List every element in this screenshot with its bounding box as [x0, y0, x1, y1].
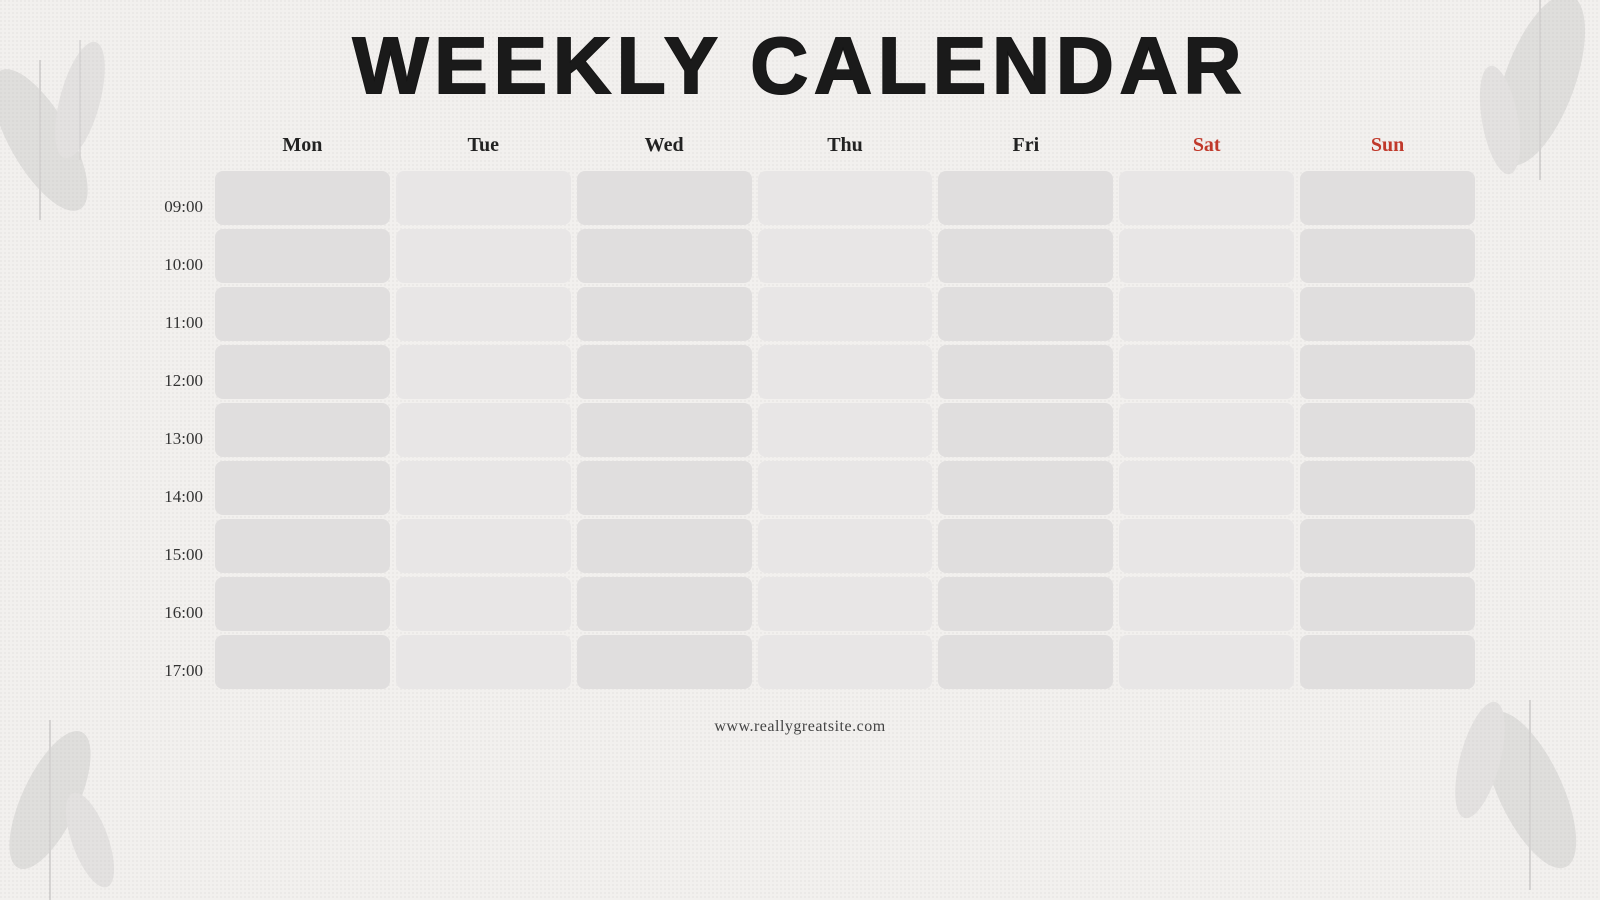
calendar-slot[interactable] — [1119, 519, 1294, 573]
time-row — [215, 287, 1475, 341]
calendar-slot[interactable] — [396, 171, 571, 225]
calendar-slot[interactable] — [1300, 519, 1475, 573]
time-slots — [215, 171, 1475, 689]
calendar-slot[interactable] — [215, 519, 390, 573]
time-row — [215, 635, 1475, 689]
calendar-slot[interactable] — [577, 287, 752, 341]
calendar-slot[interactable] — [577, 577, 752, 631]
calendar-slot[interactable] — [215, 461, 390, 515]
time-label: 10:00 — [125, 238, 215, 292]
calendar-slot[interactable] — [1300, 345, 1475, 399]
calendar-slot[interactable] — [215, 287, 390, 341]
page-wrapper: WEEKLY CALENDAR 09:0010:0011:0012:0013:0… — [0, 0, 1600, 900]
calendar-slot[interactable] — [577, 461, 752, 515]
time-row — [215, 403, 1475, 457]
calendar-slot[interactable] — [1119, 345, 1294, 399]
calendar-slot[interactable] — [938, 403, 1113, 457]
calendar-slot[interactable] — [758, 345, 933, 399]
calendar-slot[interactable] — [1300, 635, 1475, 689]
calendar-slot[interactable] — [396, 287, 571, 341]
calendar-slot[interactable] — [215, 171, 390, 225]
day-header-tue: Tue — [396, 130, 571, 165]
calendar-slot[interactable] — [938, 287, 1113, 341]
day-header-fri: Fri — [938, 130, 1113, 165]
time-row — [215, 577, 1475, 631]
calendar-slot[interactable] — [1119, 461, 1294, 515]
calendar-slot[interactable] — [577, 635, 752, 689]
calendar-slot[interactable] — [396, 403, 571, 457]
days-grid: MonTueWedThuFriSatSun — [215, 130, 1475, 702]
calendar-slot[interactable] — [1119, 577, 1294, 631]
calendar-slot[interactable] — [215, 403, 390, 457]
day-header-thu: Thu — [758, 130, 933, 165]
day-header-sun: Sun — [1300, 130, 1475, 165]
calendar-slot[interactable] — [938, 229, 1113, 283]
calendar-slot[interactable] — [1119, 171, 1294, 225]
day-header-sat: Sat — [1119, 130, 1294, 165]
calendar-slot[interactable] — [1119, 403, 1294, 457]
calendar-slot[interactable] — [938, 171, 1113, 225]
calendar-slot[interactable] — [396, 461, 571, 515]
calendar-slot[interactable] — [1119, 635, 1294, 689]
time-row — [215, 229, 1475, 283]
calendar-slot[interactable] — [938, 461, 1113, 515]
calendar-slot[interactable] — [938, 635, 1113, 689]
calendar-slot[interactable] — [1300, 403, 1475, 457]
time-row — [215, 461, 1475, 515]
calendar-slot[interactable] — [938, 519, 1113, 573]
calendar-slot[interactable] — [938, 345, 1113, 399]
calendar-slot[interactable] — [396, 635, 571, 689]
time-label: 09:00 — [125, 180, 215, 234]
time-label: 13:00 — [125, 412, 215, 466]
footer-url: www.reallygreatsite.com — [714, 718, 885, 736]
calendar-slot[interactable] — [577, 403, 752, 457]
time-row — [215, 171, 1475, 225]
calendar-slot[interactable] — [758, 403, 933, 457]
calendar-slot[interactable] — [758, 171, 933, 225]
time-label: 14:00 — [125, 470, 215, 524]
calendar-slot[interactable] — [1119, 229, 1294, 283]
calendar-slot[interactable] — [577, 519, 752, 573]
day-header-mon: Mon — [215, 130, 390, 165]
calendar-slot[interactable] — [758, 287, 933, 341]
time-label: 17:00 — [125, 644, 215, 698]
time-column: 09:0010:0011:0012:0013:0014:0015:0016:00… — [125, 130, 215, 702]
time-label: 12:00 — [125, 354, 215, 408]
calendar-slot[interactable] — [758, 461, 933, 515]
calendar-slot[interactable] — [758, 635, 933, 689]
calendar-slot[interactable] — [938, 577, 1113, 631]
calendar-slot[interactable] — [1300, 229, 1475, 283]
calendar-slot[interactable] — [396, 229, 571, 283]
calendar-slot[interactable] — [758, 229, 933, 283]
calendar-slot[interactable] — [396, 577, 571, 631]
calendar-slot[interactable] — [215, 577, 390, 631]
day-header-wed: Wed — [577, 130, 752, 165]
calendar-slot[interactable] — [1300, 287, 1475, 341]
calendar-slot[interactable] — [1300, 171, 1475, 225]
time-row — [215, 519, 1475, 573]
calendar-slot[interactable] — [396, 519, 571, 573]
calendar-slot[interactable] — [396, 345, 571, 399]
time-label: 15:00 — [125, 528, 215, 582]
calendar-slot[interactable] — [758, 519, 933, 573]
page-title: WEEKLY CALENDAR — [353, 20, 1248, 112]
days-header: MonTueWedThuFriSatSun — [215, 130, 1475, 165]
calendar-slot[interactable] — [215, 229, 390, 283]
calendar-slot[interactable] — [215, 635, 390, 689]
calendar-container: 09:0010:0011:0012:0013:0014:0015:0016:00… — [125, 130, 1475, 702]
time-row — [215, 345, 1475, 399]
calendar-slot[interactable] — [1300, 577, 1475, 631]
time-label: 16:00 — [125, 586, 215, 640]
calendar-slot[interactable] — [577, 345, 752, 399]
calendar-slot[interactable] — [577, 171, 752, 225]
calendar-slot[interactable] — [1300, 461, 1475, 515]
calendar-slot[interactable] — [577, 229, 752, 283]
calendar-slot[interactable] — [215, 345, 390, 399]
time-label: 11:00 — [125, 296, 215, 350]
calendar-slot[interactable] — [1119, 287, 1294, 341]
calendar-slot[interactable] — [758, 577, 933, 631]
